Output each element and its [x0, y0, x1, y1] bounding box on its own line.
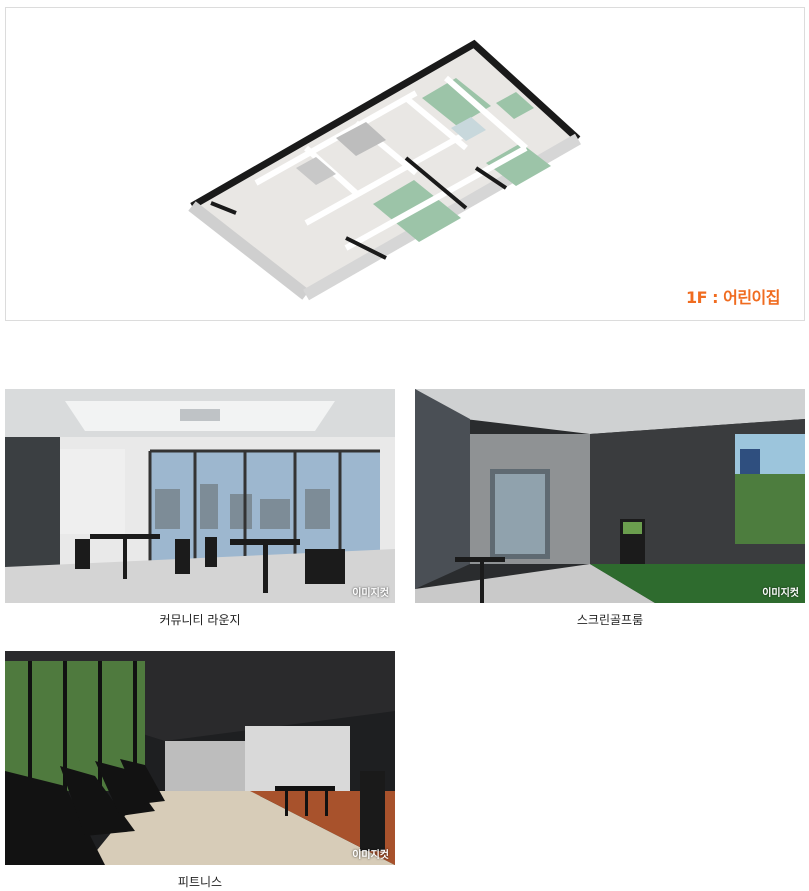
floor-plan-illustration [188, 39, 581, 301]
golf-photo: 이미지컷 [415, 389, 805, 603]
fitness-watermark: 이미지컷 [352, 850, 389, 861]
floor-plan-panel: 1F : 어린이집 [5, 7, 805, 321]
floor-label: 1F : 어린이집 [686, 288, 780, 307]
fitness-caption: 피트니스 [177, 875, 223, 889]
lounge-photo: 이미지컷 [5, 389, 395, 603]
golf-caption: 스크린골프룸 [576, 613, 644, 627]
lounge-caption: 커뮤니티 라운지 [159, 613, 241, 627]
lounge-watermark: 이미지컷 [352, 588, 389, 599]
fitness-photo: 이미지컷 [5, 651, 395, 865]
golf-watermark: 이미지컷 [762, 588, 799, 599]
